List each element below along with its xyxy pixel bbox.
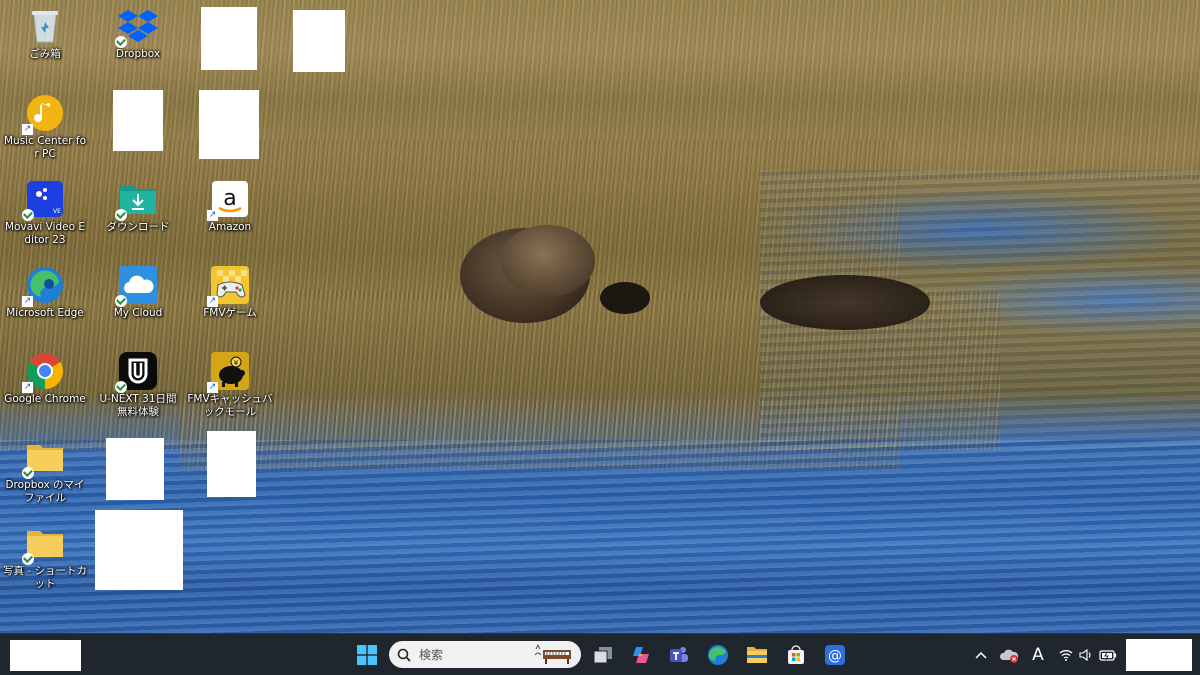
gamepad-icon: ↗ — [207, 265, 250, 307]
unext-icon — [115, 351, 158, 393]
search-placeholder: 検索 — [419, 648, 444, 662]
icon-label: FMVキャッシュバックモール — [187, 393, 273, 418]
edge-icon — [708, 645, 728, 665]
desktop-icon-recycle-bin[interactable]: ごみ箱 — [2, 6, 88, 61]
icon-label: Dropbox — [115, 48, 161, 60]
amazon-icon: a ↗ — [207, 179, 250, 221]
desktop-icon-chrome[interactable]: ↗ Google Chrome — [2, 351, 88, 406]
redacted-icon[interactable] — [113, 90, 163, 151]
dropbox-icon — [115, 6, 158, 48]
copilot-icon — [633, 647, 649, 663]
search-highlight-piano-icon — [534, 643, 571, 664]
otter-second — [760, 275, 930, 330]
desktop-icon-dropbox[interactable]: Dropbox — [95, 6, 181, 61]
desktop-icon-movavi[interactable]: VE Movavi Video Editor 23 — [2, 179, 88, 246]
icon-label: Google Chrome — [4, 393, 86, 405]
cloud-error-icon — [999, 649, 1019, 663]
teams-icon — [670, 647, 688, 662]
recycle-bin-icon — [25, 6, 65, 46]
cloud-icon — [115, 265, 158, 307]
icon-label: U-NEXT 31日間無料体験 — [99, 393, 177, 418]
mail-button[interactable]: @ — [821, 641, 849, 669]
folder-icon — [22, 523, 65, 565]
icon-label: 写真 - ショートカット — [3, 565, 87, 590]
folder-icon — [747, 647, 767, 663]
volume-icon[interactable] — [1078, 645, 1094, 665]
desktop-icon-fmv-game[interactable]: ↗ FMVゲーム — [187, 265, 273, 320]
redacted-icon[interactable] — [199, 90, 259, 159]
otter-paw — [600, 282, 650, 314]
folder-icon — [22, 437, 65, 479]
copilot-button[interactable] — [627, 641, 655, 669]
download-folder-icon — [115, 179, 158, 221]
store-icon — [788, 645, 804, 664]
desktop-icon-fmv-cashback[interactable]: ¥ ↗ FMVキャッシュバックモール — [187, 351, 273, 418]
icon-label: ダウンロード — [106, 221, 170, 233]
redacted-icon[interactable] — [95, 510, 183, 590]
onedrive-status[interactable] — [998, 645, 1020, 665]
mail-at-icon: @ — [825, 645, 845, 665]
chrome-icon: ↗ — [22, 351, 65, 393]
wifi-icon[interactable] — [1058, 645, 1074, 665]
start-button[interactable] — [353, 641, 381, 669]
file-explorer-button[interactable] — [743, 641, 771, 669]
desktop-icon-edge[interactable]: ↗ Microsoft Edge — [2, 265, 88, 320]
desktop-icon-dropbox-files[interactable]: Dropbox のマイファイル — [2, 437, 88, 504]
desktop-icon-mycloud[interactable]: My Cloud — [95, 265, 181, 320]
icon-label: Dropbox のマイファイル — [5, 479, 85, 504]
show-hidden-icons-button[interactable] — [972, 645, 990, 665]
search-icon — [397, 648, 411, 662]
ime-mode-indicator[interactable]: A — [1028, 645, 1048, 665]
redacted-icon[interactable] — [207, 431, 256, 497]
icon-label: Movavi Video Editor 23 — [5, 221, 85, 246]
battery-icon[interactable] — [1098, 645, 1118, 665]
redacted-clock[interactable] — [1126, 639, 1192, 671]
desktop-icon-music-center[interactable]: ↗ Music Center for PC — [2, 93, 88, 160]
task-view-icon — [593, 647, 612, 664]
icon-label: My Cloud — [113, 307, 163, 319]
edge-icon: ↗ — [22, 265, 65, 307]
task-view-button[interactable] — [589, 641, 617, 669]
svg-text:a: a — [223, 186, 236, 211]
teams-button[interactable] — [665, 641, 693, 669]
redacted-icon[interactable] — [293, 10, 345, 72]
desktop-icon-amazon[interactable]: a ↗ Amazon — [187, 179, 273, 234]
chevron-up-icon — [975, 651, 987, 659]
desktop-icon-unext[interactable]: U-NEXT 31日間無料体験 — [95, 351, 181, 418]
windows-logo-icon — [357, 645, 377, 665]
redacted-taskbar-widget[interactable] — [10, 640, 81, 671]
icon-label: Microsoft Edge — [6, 307, 84, 319]
icon-label: Music Center for PC — [3, 135, 86, 160]
desktop-icon-downloads[interactable]: ダウンロード — [95, 179, 181, 234]
icon-label: FMVゲーム — [203, 307, 257, 319]
otter-head — [500, 225, 595, 297]
search-input[interactable]: 検索 — [389, 641, 581, 668]
desktop-icon-photos-shortcut[interactable]: 写真 - ショートカット — [2, 523, 88, 590]
piggy-bank-icon: ¥ ↗ — [207, 351, 250, 393]
redacted-icon[interactable] — [201, 7, 257, 70]
redacted-icon[interactable] — [106, 438, 164, 500]
svg-text:VE: VE — [53, 208, 61, 215]
edge-taskbar-button[interactable] — [704, 641, 732, 669]
taskbar: 検索 @ A — [0, 633, 1200, 675]
movavi-icon: VE — [22, 179, 65, 221]
microsoft-store-button[interactable] — [782, 641, 810, 669]
svg-text:¥: ¥ — [234, 359, 239, 367]
svg-text:@: @ — [828, 648, 842, 664]
music-note-icon: ↗ — [22, 93, 65, 135]
icon-label: ごみ箱 — [29, 48, 61, 60]
icon-label: Amazon — [208, 221, 252, 233]
